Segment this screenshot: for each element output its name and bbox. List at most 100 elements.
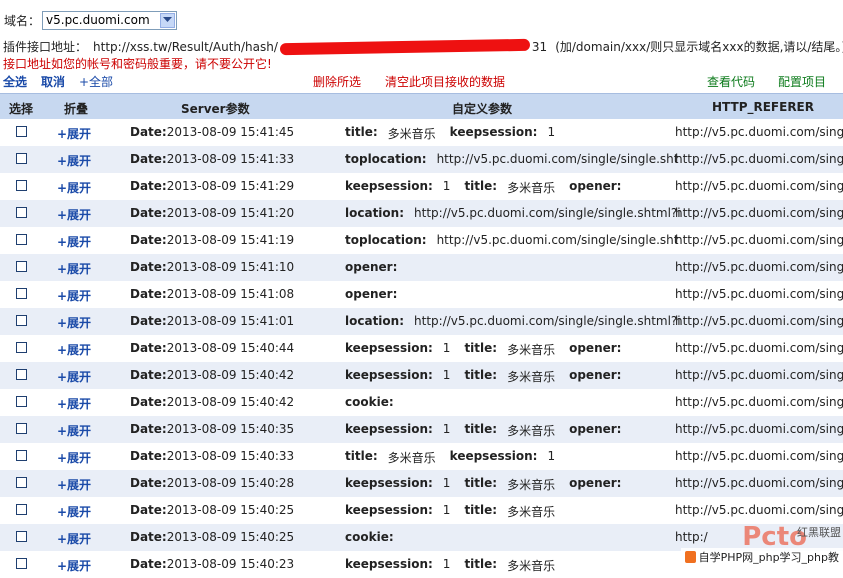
- view-code-link[interactable]: 查看代码: [707, 73, 755, 90]
- param-value: 1: [442, 476, 451, 490]
- param-key: title:: [464, 179, 498, 193]
- expand-row-link[interactable]: +展开: [57, 287, 91, 304]
- referer-value: http://v5.pc.duomi.com/single/s: [675, 233, 843, 247]
- expand-row-link[interactable]: +展开: [57, 314, 91, 331]
- param-value: http://v5.pc.duomi.com/single/single.sht: [436, 152, 679, 166]
- select-all-link[interactable]: 全选: [3, 73, 27, 90]
- expand-row-link[interactable]: +展开: [57, 530, 91, 547]
- expand-row-link[interactable]: +展开: [57, 179, 91, 196]
- expand-row-link[interactable]: +展开: [57, 125, 91, 142]
- row-checkbox[interactable]: [16, 207, 27, 218]
- param-key: title:: [464, 476, 498, 490]
- row-checkbox[interactable]: [16, 558, 27, 569]
- server-param-date: 2013-08-09 15:40:23: [166, 557, 295, 571]
- row-checkbox[interactable]: [16, 126, 27, 137]
- table-row: +展开 Date:2013-08-09 15:41:08 opener: http:/…: [0, 281, 843, 308]
- watermark-site: 红黑联盟: [797, 526, 841, 539]
- custom-params: keepsession: 1 title: 多米音乐 opener:: [345, 341, 645, 358]
- custom-params: title: 多米音乐 keepsession: 1: [345, 449, 569, 466]
- expand-row-link[interactable]: +展开: [57, 503, 91, 520]
- server-param-key: Date:: [130, 503, 167, 517]
- table-row: +展开 Date:2013-08-09 15:41:19 toplocation: h…: [0, 227, 843, 254]
- row-checkbox[interactable]: [16, 153, 27, 164]
- param-key: cookie:: [345, 395, 394, 409]
- param-key: keepsession:: [345, 179, 433, 193]
- server-param: Date:2013-08-09 15:40:35: [130, 422, 294, 436]
- referer-value: http://v5.pc.duomi.com/single/s: [675, 179, 843, 193]
- expand-row-link[interactable]: +展开: [57, 260, 91, 277]
- param-value: 多米音乐: [387, 451, 436, 465]
- row-checkbox[interactable]: [16, 396, 27, 407]
- expand-row-link[interactable]: +展开: [57, 449, 91, 466]
- param-value: 多米音乐: [507, 424, 556, 438]
- row-checkbox[interactable]: [16, 315, 27, 326]
- row-checkbox[interactable]: [16, 531, 27, 542]
- custom-params: cookie:: [345, 530, 418, 544]
- server-param-key: Date:: [130, 314, 167, 328]
- row-checkbox[interactable]: [16, 369, 27, 380]
- param-value: 1: [442, 503, 451, 517]
- row-checkbox[interactable]: [16, 288, 27, 299]
- server-param-date: 2013-08-09 15:41:08: [166, 287, 295, 301]
- expand-row-link[interactable]: +展开: [57, 341, 91, 358]
- row-checkbox[interactable]: [16, 180, 27, 191]
- expand-row-link[interactable]: +展开: [57, 152, 91, 169]
- param-key: title:: [345, 449, 378, 463]
- server-param: Date:2013-08-09 15:41:08: [130, 287, 294, 301]
- data-table: 选择 折叠 Server参数 自定义参数 HTTP_REFERER +展开 Dat…: [0, 93, 843, 578]
- referer-value: http://v5.pc.duomi.com/single/s: [675, 260, 843, 274]
- col-fold: 折叠: [64, 102, 89, 116]
- param-value: 多米音乐: [507, 478, 556, 492]
- expand-row-link[interactable]: +展开: [57, 233, 91, 250]
- server-param-key: Date:: [130, 368, 167, 382]
- param-key: keepsession:: [345, 422, 433, 436]
- col-server: Server参数: [181, 102, 250, 116]
- api-label: 插件接口地址：: [3, 40, 88, 54]
- param-value: http://v5.pc.duomi.com/single/single.sht…: [414, 314, 681, 328]
- server-param-date: 2013-08-09 15:40:25: [166, 503, 295, 517]
- expand-all-link[interactable]: +全部: [79, 73, 113, 90]
- domain-select[interactable]: v5.pc.duomi.com: [42, 10, 178, 30]
- cancel-link[interactable]: 取消: [41, 73, 65, 90]
- expand-row-link[interactable]: +展开: [57, 476, 91, 493]
- config-project-link[interactable]: 配置项目: [778, 73, 826, 90]
- expand-row-link[interactable]: +展开: [57, 395, 91, 412]
- server-param-date: 2013-08-09 15:40:44: [166, 341, 295, 355]
- row-checkbox[interactable]: [16, 342, 27, 353]
- table-row: +展开 Date:2013-08-09 15:41:33 toplocation: h…: [0, 146, 843, 173]
- param-value: 1: [442, 179, 451, 193]
- server-param: Date:2013-08-09 15:40:28: [130, 476, 294, 490]
- param-value: 1: [547, 125, 556, 139]
- referer-value: http://v5.pc.duomi.com/single/s: [675, 449, 843, 463]
- row-checkbox[interactable]: [16, 477, 27, 488]
- param-key: opener:: [569, 179, 622, 193]
- expand-row-link[interactable]: +展开: [57, 206, 91, 223]
- table-row: +展开 Date:2013-08-09 15:40:28 keepsession: 1…: [0, 470, 843, 497]
- table-row: +展开 Date:2013-08-09 15:41:01 location: http…: [0, 308, 843, 335]
- server-param: Date:2013-08-09 15:41:10: [130, 260, 294, 274]
- row-checkbox[interactable]: [16, 450, 27, 461]
- api-url-suffix: 31: [531, 39, 548, 54]
- param-value: 1: [442, 368, 451, 382]
- expand-row-link[interactable]: +展开: [57, 368, 91, 385]
- referer-value: http://v5.pc.duomi.com/single/s: [675, 503, 843, 517]
- server-param: Date:2013-08-09 15:41:19: [130, 233, 294, 247]
- delete-selected-link[interactable]: 删除所选: [313, 73, 361, 90]
- row-checkbox[interactable]: [16, 423, 27, 434]
- clear-all-link[interactable]: 清空此项目接收的数据: [385, 73, 505, 90]
- row-checkbox[interactable]: [16, 234, 27, 245]
- param-key: title:: [464, 503, 498, 517]
- param-value: 多米音乐: [507, 181, 556, 195]
- custom-params: title: 多米音乐 keepsession: 1: [345, 125, 569, 142]
- row-checkbox[interactable]: [16, 261, 27, 272]
- expand-row-link[interactable]: +展开: [57, 422, 91, 439]
- row-checkbox[interactable]: [16, 504, 27, 515]
- server-param-date: 2013-08-09 15:41:20: [166, 206, 295, 220]
- table-row: +展开 Date:2013-08-09 15:40:33 title: 多米音乐 kee…: [0, 443, 843, 470]
- param-key: title:: [345, 125, 378, 139]
- param-value: http://v5.pc.duomi.com/single/single.sht: [436, 233, 679, 247]
- api-note: (加/domain/xxx/则只显示域名xxx的数据,请以/结尾。): [555, 40, 843, 54]
- chevron-down-icon[interactable]: [160, 12, 176, 28]
- server-param-date: 2013-08-09 15:40:28: [166, 476, 295, 490]
- server-param: Date:2013-08-09 15:41:20: [130, 206, 294, 220]
